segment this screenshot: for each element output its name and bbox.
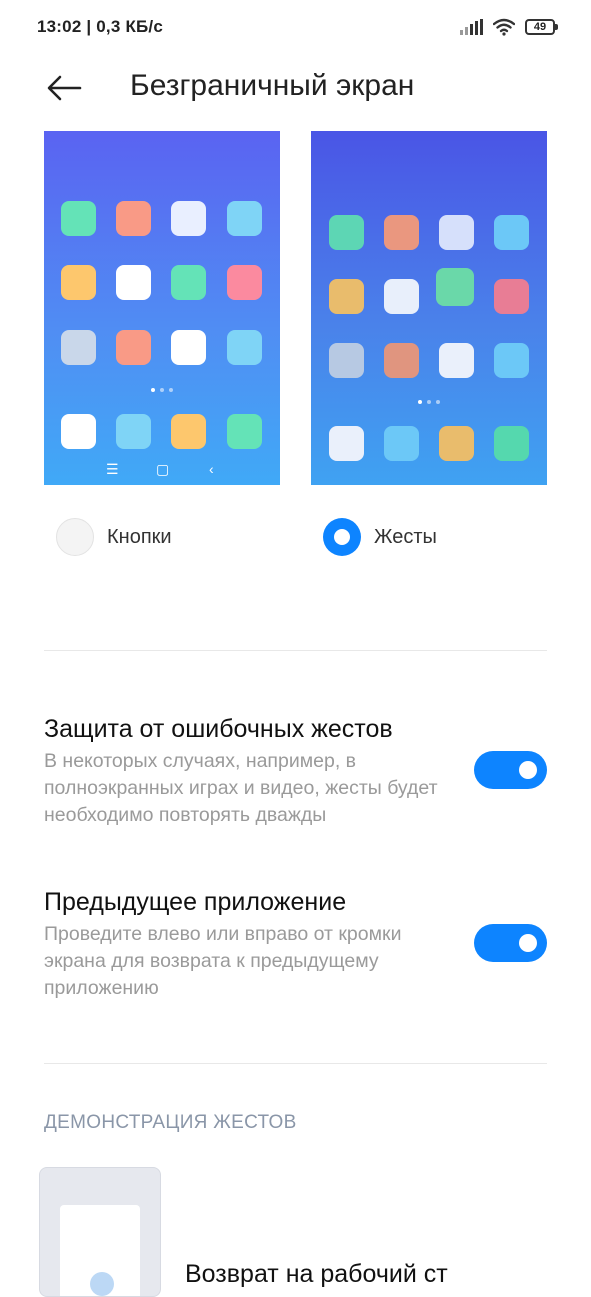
setting-previous-app[interactable]: Предыдущее приложение Проведите влево ил… xyxy=(44,887,547,1002)
wifi-icon xyxy=(493,18,515,36)
nav-buttons: ☰ ▢ ‹ xyxy=(44,461,280,479)
app-icon xyxy=(384,426,419,461)
back-button[interactable] xyxy=(44,70,84,106)
app-icon xyxy=(171,414,206,449)
toggle-knob xyxy=(519,934,537,952)
app-icon xyxy=(227,265,262,300)
section-header-demo: ДЕМОНСТРАЦИЯ ЖЕСТОВ xyxy=(44,1112,297,1133)
page-title: Безграничный экран xyxy=(130,69,415,102)
arrow-left-icon xyxy=(47,75,82,101)
app-icon xyxy=(494,343,529,378)
setting-title: Предыдущее приложение xyxy=(44,888,347,916)
option-buttons-label: Кнопки xyxy=(107,525,172,548)
option-gestures-label: Жесты xyxy=(374,525,437,548)
status-time: 13:02 | 0,3 КБ/с xyxy=(37,17,164,36)
setting-description: В некоторых случаях, например, в полноэк… xyxy=(44,750,438,826)
app-icon xyxy=(61,414,96,449)
divider xyxy=(44,1063,547,1064)
radio-gestures-selected[interactable] xyxy=(323,518,361,556)
touch-point-icon xyxy=(90,1272,114,1296)
app-icon xyxy=(384,279,419,314)
app-icon xyxy=(116,330,151,365)
app-icon xyxy=(171,201,206,236)
app-icon xyxy=(436,268,474,306)
option-buttons[interactable]: Кнопки xyxy=(56,517,172,557)
signal-icon xyxy=(460,19,483,35)
status-bar: 13:02 | 0,3 КБ/с 49 xyxy=(0,0,591,54)
app-icon xyxy=(494,215,529,250)
home-icon: ▢ xyxy=(156,461,170,477)
page-indicator xyxy=(151,388,173,392)
app-icon xyxy=(384,343,419,378)
setting-accidental-gesture-protection[interactable]: Защита от ошибочных жестов В некоторых с… xyxy=(44,714,547,829)
back-triangle-icon: ‹ xyxy=(209,461,214,477)
app-icon xyxy=(439,343,474,378)
demo-thumbnail[interactable] xyxy=(39,1167,161,1297)
app-icon xyxy=(384,215,419,250)
app-icon xyxy=(329,279,364,314)
app-icon xyxy=(494,279,529,314)
battery-icon: 49 xyxy=(525,19,558,35)
app-icon xyxy=(227,414,262,449)
app-icon xyxy=(61,201,96,236)
app-icon xyxy=(329,215,364,250)
app-icon xyxy=(171,330,206,365)
setting-title: Защита от ошибочных жестов xyxy=(44,715,393,743)
page-indicator xyxy=(418,400,440,404)
option-gestures[interactable]: Жесты xyxy=(323,517,437,557)
app-icon xyxy=(61,265,96,300)
app-icon xyxy=(329,426,364,461)
previous-app-toggle[interactable] xyxy=(474,924,547,962)
app-icon xyxy=(171,265,206,300)
app-icon xyxy=(439,215,474,250)
status-icons: 49 xyxy=(460,16,558,38)
app-icon xyxy=(116,265,151,300)
toggle-knob xyxy=(519,761,537,779)
app-icon xyxy=(61,330,96,365)
app-icon xyxy=(494,426,529,461)
app-icon xyxy=(227,330,262,365)
divider xyxy=(44,650,547,651)
preview-buttons[interactable]: ☰ ▢ ‹ xyxy=(44,131,280,485)
app-icon xyxy=(329,343,364,378)
app-icon xyxy=(116,201,151,236)
protection-toggle[interactable] xyxy=(474,751,547,789)
menu-icon: ☰ xyxy=(106,461,119,477)
app-icon xyxy=(227,201,262,236)
app-icon xyxy=(439,426,474,461)
radio-buttons-unselected[interactable] xyxy=(56,518,94,556)
app-icon xyxy=(116,414,151,449)
setting-description: Проведите влево или вправо от кромки экр… xyxy=(44,923,402,999)
preview-gestures[interactable] xyxy=(311,131,547,485)
demo-item-label[interactable]: Возврат на рабочий ст xyxy=(185,1260,448,1289)
